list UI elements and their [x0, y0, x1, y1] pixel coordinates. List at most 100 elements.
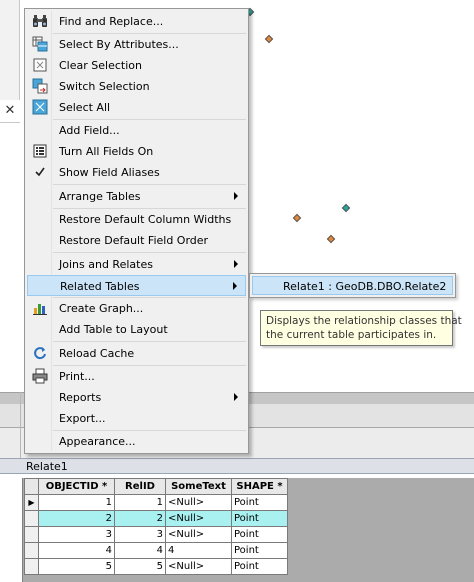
- menu-item-find-and-replace[interactable]: Find and Replace...: [27, 11, 246, 32]
- menu-item-show-field-aliases[interactable]: Show Field Aliases: [27, 162, 246, 183]
- row-selector-header[interactable]: [24, 478, 39, 495]
- row-selector[interactable]: [24, 542, 39, 559]
- row-selector[interactable]: [24, 558, 39, 575]
- submenu-item-relate1[interactable]: Relate1 : GeoDB.DBO.Relate2: [252, 276, 453, 295]
- cell-sometext[interactable]: <Null>: [165, 526, 232, 543]
- cell-relid[interactable]: 4: [114, 542, 166, 559]
- cell-objectid[interactable]: 5: [38, 558, 115, 575]
- submenu-item-label: Relate1 : GeoDB.DBO.Relate2: [283, 280, 447, 293]
- menu-item-reload-cache[interactable]: Reload Cache: [27, 343, 246, 364]
- cell-shape[interactable]: Point: [231, 494, 288, 511]
- cell-relid[interactable]: 2: [114, 510, 166, 527]
- menu-item-select-by-attributes[interactable]: Select By Attributes...: [27, 34, 246, 55]
- menu-item-label: Turn All Fields On: [59, 145, 154, 158]
- cell-objectid[interactable]: 3: [38, 526, 115, 543]
- row-selector[interactable]: ▶: [24, 494, 39, 511]
- submenu-arrow-icon: [234, 260, 238, 268]
- cell-relid[interactable]: 1: [114, 494, 166, 511]
- map-point: [292, 213, 302, 223]
- cell-objectid[interactable]: 1: [38, 494, 115, 511]
- menu-item-restore-default-field-order[interactable]: Restore Default Field Order: [27, 230, 246, 251]
- map-point: [326, 234, 336, 244]
- menu-separator: [53, 252, 246, 253]
- menu-item-label: Reload Cache: [59, 347, 135, 360]
- table-row[interactable]: 5 5 <Null> Point: [24, 558, 288, 575]
- column-header-sometext[interactable]: SomeText: [165, 478, 232, 495]
- table-row[interactable]: ▶ 1 1 <Null> Point: [24, 494, 288, 511]
- cell-sometext[interactable]: <Null>: [165, 510, 232, 527]
- menu-item-reports[interactable]: Reports: [27, 387, 246, 408]
- tooltip-line: the current table participates in.: [266, 329, 437, 341]
- menu-item-label: Export...: [59, 412, 106, 425]
- binoculars-icon: [32, 13, 48, 29]
- menu-item-restore-default-column-widths[interactable]: Restore Default Column Widths: [27, 209, 246, 230]
- select-attributes-icon: [32, 36, 48, 52]
- menu-item-label: Add Table to Layout: [59, 323, 168, 336]
- tooltip-line: Displays the relationship classes that: [266, 315, 462, 327]
- menu-item-label: Select All: [59, 101, 111, 114]
- column-header-shape[interactable]: SHAPE *: [231, 478, 288, 495]
- menu-item-arrange-tables[interactable]: Arrange Tables: [27, 186, 246, 207]
- menu-item-add-table-to-layout[interactable]: Add Table to Layout: [27, 319, 246, 340]
- menu-item-label: Add Field...: [59, 124, 120, 137]
- menu-item-switch-selection[interactable]: Switch Selection: [27, 76, 246, 97]
- table-tab[interactable]: Relate1: [0, 458, 474, 474]
- menu-item-label: Switch Selection: [59, 80, 150, 93]
- menu-item-label: Print...: [59, 370, 95, 383]
- printer-icon: [32, 368, 48, 384]
- cell-objectid[interactable]: 4: [38, 542, 115, 559]
- cell-shape[interactable]: Point: [231, 542, 288, 559]
- menu-item-label: Arrange Tables: [59, 190, 141, 203]
- menu-item-turn-all-fields-on[interactable]: Turn All Fields On: [27, 141, 246, 162]
- map-point: [264, 34, 274, 44]
- cell-sometext[interactable]: <Null>: [165, 558, 232, 575]
- menu-item-related-tables[interactable]: Related Tables: [27, 275, 246, 296]
- menu-item-export[interactable]: Export...: [27, 408, 246, 429]
- checkmark-icon: [32, 164, 48, 180]
- fields-list-icon: [32, 143, 48, 159]
- toc-panel-edge: [0, 0, 20, 100]
- menu-item-label: Joins and Relates: [59, 258, 153, 271]
- menu-item-label: Find and Replace...: [59, 15, 164, 28]
- cell-shape[interactable]: Point: [231, 558, 288, 575]
- row-selector[interactable]: [24, 526, 39, 543]
- switch-selection-icon: [32, 78, 48, 94]
- column-header-relid[interactable]: RelID: [114, 478, 166, 495]
- attribute-table: OBJECTID * RelID SomeText SHAPE * ▶ 1 1 …: [24, 478, 288, 575]
- close-icon[interactable]: ✕: [2, 103, 18, 119]
- related-tables-submenu: Relate1 : GeoDB.DBO.Relate2: [249, 273, 456, 298]
- bar-chart-icon: [32, 300, 48, 316]
- reload-icon: [32, 345, 48, 361]
- menu-item-label: Create Graph...: [59, 302, 144, 315]
- menu-item-label: Related Tables: [60, 280, 140, 293]
- cell-sometext[interactable]: 4: [165, 542, 232, 559]
- clear-selection-icon: [32, 57, 48, 73]
- menu-item-clear-selection[interactable]: Clear Selection: [27, 55, 246, 76]
- divider: [0, 122, 20, 123]
- menu-item-create-graph[interactable]: Create Graph...: [27, 298, 246, 319]
- table-options-menu: Find and Replace... Select By Attributes…: [24, 8, 249, 454]
- cell-relid[interactable]: 3: [114, 526, 166, 543]
- cell-sometext[interactable]: <Null>: [165, 494, 232, 511]
- submenu-arrow-icon: [234, 393, 238, 401]
- menu-item-add-field[interactable]: Add Field...: [27, 120, 246, 141]
- row-selector[interactable]: [24, 510, 39, 527]
- menu-item-label: Select By Attributes...: [59, 38, 179, 51]
- menu-item-appearance[interactable]: Appearance...: [27, 431, 246, 452]
- column-header-objectid[interactable]: OBJECTID *: [38, 478, 115, 495]
- menu-item-select-all[interactable]: Select All: [27, 97, 246, 118]
- table-row[interactable]: 4 4 4 Point: [24, 542, 288, 559]
- cell-relid[interactable]: 5: [114, 558, 166, 575]
- cell-shape[interactable]: Point: [231, 526, 288, 543]
- menu-item-joins-and-relates[interactable]: Joins and Relates: [27, 254, 246, 275]
- table-row[interactable]: 2 2 <Null> Point: [24, 510, 288, 527]
- submenu-arrow-icon: [234, 192, 238, 200]
- menu-item-label: Restore Default Column Widths: [59, 213, 232, 226]
- table-row[interactable]: 3 3 <Null> Point: [24, 526, 288, 543]
- menu-item-print[interactable]: Print...: [27, 366, 246, 387]
- cell-shape[interactable]: Point: [231, 510, 288, 527]
- menu-item-label: Appearance...: [59, 435, 136, 448]
- table-tab-label: Relate1: [26, 460, 68, 473]
- menu-item-label: Show Field Aliases: [59, 166, 160, 179]
- cell-objectid[interactable]: 2: [38, 510, 115, 527]
